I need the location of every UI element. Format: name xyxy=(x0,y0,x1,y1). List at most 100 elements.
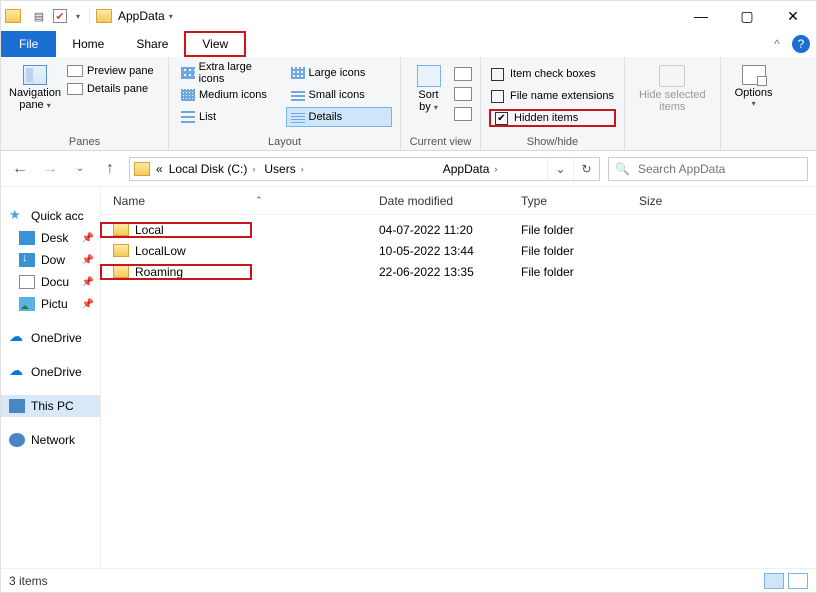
details-pane-button[interactable]: Details pane xyxy=(67,83,154,95)
medium-icons-icon xyxy=(181,89,195,101)
options-button[interactable]: Options ▾ xyxy=(729,61,779,108)
checkbox-icon xyxy=(491,68,504,81)
extra-large-icons-icon xyxy=(181,67,195,79)
collapse-ribbon-button[interactable]: ^ xyxy=(764,31,790,57)
layout-details[interactable]: Details xyxy=(286,107,393,127)
large-icons-view-button[interactable] xyxy=(788,573,808,589)
navigation-pane-button[interactable]: Navigation pane ▾ xyxy=(9,61,61,111)
chevron-right-icon[interactable]: › xyxy=(298,164,307,174)
checkbox-checked-icon: ✔ xyxy=(495,112,508,125)
sidebar-documents[interactable]: Docu📌 xyxy=(1,271,100,293)
title-dropdown-icon[interactable]: ▾ xyxy=(169,12,173,21)
sidebar-desktop[interactable]: Desk📌 xyxy=(1,227,100,249)
search-box[interactable]: 🔍 xyxy=(608,157,808,181)
hide-selected-items-button: Hide selected items xyxy=(633,61,712,113)
sidebar-quick-access[interactable]: Quick acc xyxy=(1,205,100,227)
minimize-button[interactable]: — xyxy=(678,1,724,31)
sidebar-network[interactable]: Network xyxy=(1,429,100,451)
size-columns-button[interactable] xyxy=(454,107,472,121)
preview-pane-icon xyxy=(67,65,83,77)
folder-icon xyxy=(134,162,150,176)
forward-button[interactable]: → xyxy=(39,158,61,180)
large-icons-icon xyxy=(291,67,305,79)
back-button[interactable]: ← xyxy=(9,158,31,180)
details-icon xyxy=(291,111,305,123)
file-row-locallow[interactable]: LocalLow 10-05-2022 13:44 File folder xyxy=(101,240,816,261)
maximize-button[interactable]: ▢ xyxy=(724,1,770,31)
cloud-icon xyxy=(9,331,25,345)
tab-home[interactable]: Home xyxy=(56,31,120,57)
column-type[interactable]: Type xyxy=(509,194,627,208)
sidebar-onedrive-2[interactable]: OneDrive xyxy=(1,361,100,383)
add-columns-button[interactable] xyxy=(454,87,472,101)
file-row-roaming[interactable]: Roaming 22-06-2022 13:35 File folder xyxy=(101,261,816,282)
group-label-panes: Panes xyxy=(9,134,160,148)
qat-dropdown-icon[interactable]: ▾ xyxy=(73,9,83,23)
breadcrumb-prefix[interactable]: « xyxy=(154,162,165,176)
qat-properties-icon[interactable]: ▤ xyxy=(31,9,47,23)
chevron-right-icon[interactable]: › xyxy=(491,164,500,174)
group-label-current-view: Current view xyxy=(409,134,472,148)
downloads-icon xyxy=(19,253,35,267)
sidebar-onedrive-1[interactable]: OneDrive xyxy=(1,327,100,349)
layout-extra-large-icons[interactable]: Extra large icons xyxy=(177,63,283,83)
chevron-right-icon[interactable]: › xyxy=(249,164,258,174)
cloud-icon xyxy=(9,365,25,379)
breadcrumb-users[interactable]: Users› xyxy=(262,162,308,176)
desktop-icon xyxy=(19,231,35,245)
layout-list[interactable]: List xyxy=(177,107,282,127)
breadcrumb-bar[interactable]: « Local Disk (C:)› Users› AppData› ⌄ ↻ xyxy=(129,157,600,181)
qat-checkbox-icon[interactable]: ✔ xyxy=(53,9,67,23)
sidebar-pictures[interactable]: Pictu📌 xyxy=(1,293,100,315)
layout-medium-icons[interactable]: Medium icons xyxy=(177,85,283,105)
star-icon xyxy=(9,209,25,223)
navigation-sidebar: Quick acc Desk📌 Dow📌 Docu📌 Pictu📌 OneDri… xyxy=(1,187,101,568)
details-view-button[interactable] xyxy=(764,573,784,589)
address-dropdown-button[interactable]: ⌄ xyxy=(547,158,573,180)
tab-file[interactable]: File xyxy=(1,31,56,57)
sidebar-this-pc[interactable]: This PC xyxy=(1,395,100,417)
help-button[interactable]: ? xyxy=(792,35,810,53)
sort-by-button[interactable]: Sort by ▾ xyxy=(409,65,448,113)
group-label-show-hide: Show/hide xyxy=(489,134,616,148)
refresh-button[interactable]: ↻ xyxy=(573,158,599,180)
title-folder-icon xyxy=(96,9,112,23)
layout-large-icons[interactable]: Large icons xyxy=(287,63,393,83)
hidden-items-toggle[interactable]: ✔Hidden items xyxy=(489,109,616,127)
ribbon-group-panes: Navigation pane ▾ Preview pane Details p… xyxy=(1,57,169,150)
tab-view[interactable]: View xyxy=(184,31,246,57)
search-input[interactable] xyxy=(636,161,801,177)
tab-share[interactable]: Share xyxy=(120,31,184,57)
ribbon-group-layout: Extra large icons Large icons Medium ico… xyxy=(169,57,401,150)
breadcrumb-appdata[interactable]: AppData› xyxy=(441,162,503,176)
recent-locations-button[interactable]: ⌄ xyxy=(69,158,91,180)
pin-icon: 📌 xyxy=(82,299,94,310)
preview-pane-button[interactable]: Preview pane xyxy=(67,65,154,77)
address-bar: ← → ⌄ ↑ « Local Disk (C:)› Users› AppDat… xyxy=(1,151,816,187)
column-name[interactable]: Name⌃ xyxy=(101,194,367,208)
navigation-pane-label2: pane xyxy=(19,99,43,111)
column-headers: Name⌃ Date modified Type Size xyxy=(101,187,816,215)
group-label-layout: Layout xyxy=(177,134,392,148)
list-icon xyxy=(181,111,195,123)
content-area: Quick acc Desk📌 Dow📌 Docu📌 Pictu📌 OneDri… xyxy=(1,187,816,568)
up-button[interactable]: ↑ xyxy=(99,158,121,180)
sidebar-downloads[interactable]: Dow📌 xyxy=(1,249,100,271)
item-count: 3 items xyxy=(9,574,48,588)
status-bar: 3 items xyxy=(1,568,816,592)
file-name-extensions-toggle[interactable]: File name extensions xyxy=(489,87,616,105)
file-list-area: Name⌃ Date modified Type Size Local 04-0… xyxy=(101,187,816,568)
group-by-button[interactable] xyxy=(454,67,472,81)
breadcrumb-disk[interactable]: Local Disk (C:)› xyxy=(167,162,261,176)
file-rows: Local 04-07-2022 11:20 File folder Local… xyxy=(101,215,816,282)
documents-icon xyxy=(19,275,35,289)
close-button[interactable]: ✕ xyxy=(770,1,816,31)
column-size[interactable]: Size xyxy=(627,194,816,208)
folder-icon xyxy=(113,244,129,257)
file-row-local[interactable]: Local 04-07-2022 11:20 File folder xyxy=(101,219,816,240)
item-check-boxes-toggle[interactable]: Item check boxes xyxy=(489,65,616,83)
network-icon xyxy=(9,433,25,447)
sort-ascending-icon: ⌃ xyxy=(255,195,263,206)
column-date[interactable]: Date modified xyxy=(367,194,509,208)
layout-small-icons[interactable]: Small icons xyxy=(287,85,393,105)
